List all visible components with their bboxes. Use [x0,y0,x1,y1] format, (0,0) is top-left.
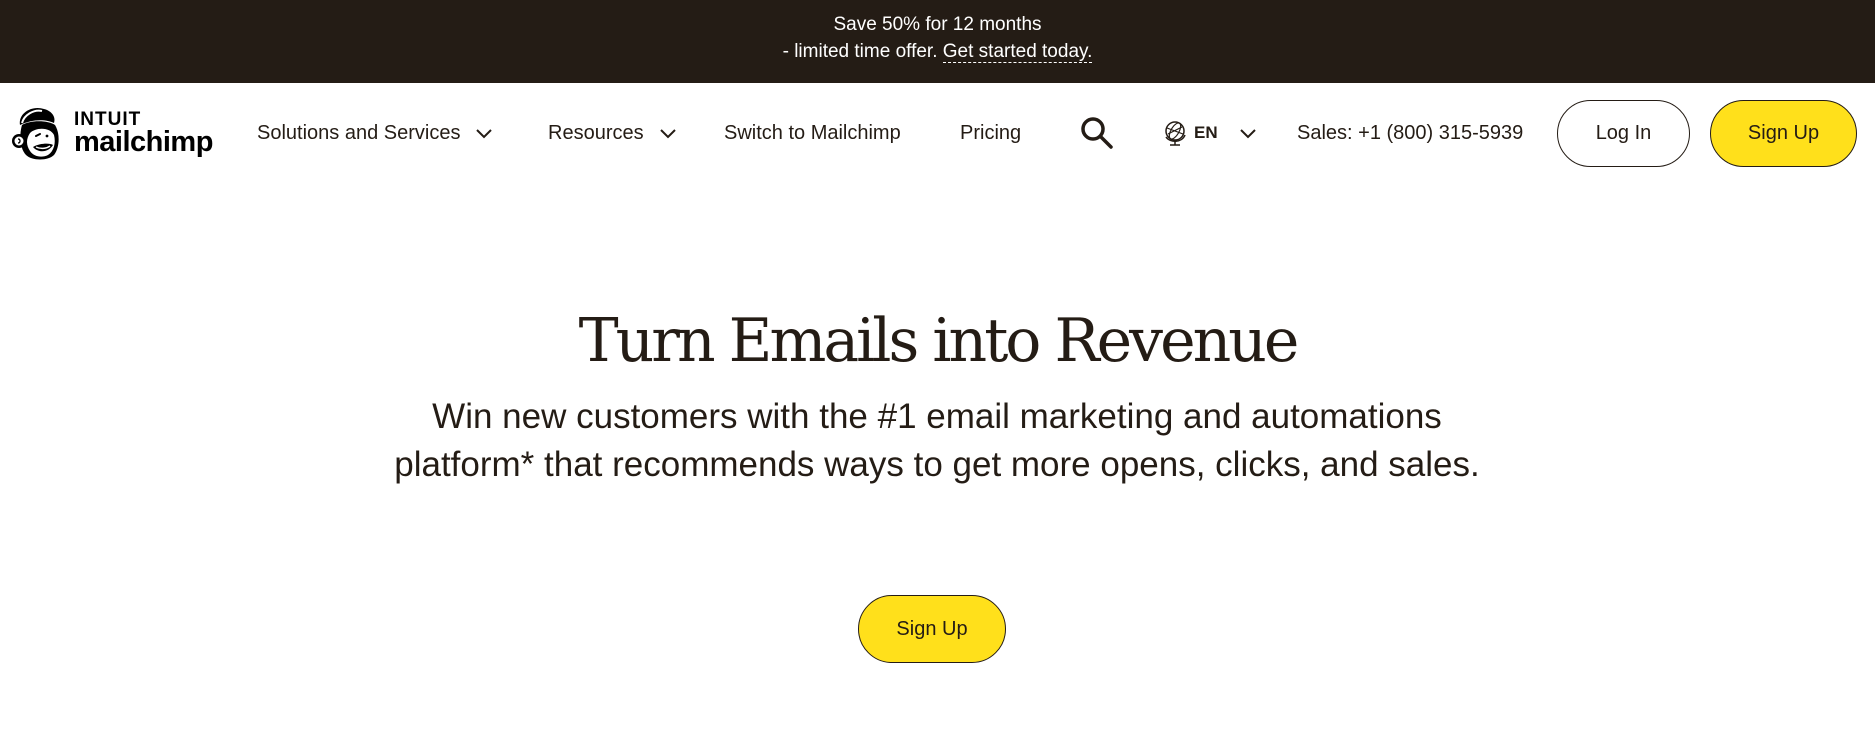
search-icon[interactable] [1080,116,1114,150]
main-navigation: INTUIT mailchimp Solutions and Services … [0,83,1875,183]
nav-solutions-label: Solutions and Services [257,122,461,144]
nav-solutions-and-services[interactable]: Solutions and Services [257,119,494,147]
chevron-down-icon [474,123,494,143]
get-started-link[interactable]: Get started today. [942,41,1093,63]
nav-resources-label: Resources [548,122,644,144]
hero-signup-button[interactable]: Sign Up [858,595,1006,663]
promo-line-2: - limited time offer. Get started today. [0,38,1875,65]
hero-subtitle: Win new customers with the #1 email mark… [394,397,1480,484]
signup-nav-button[interactable]: Sign Up [1710,100,1857,167]
sales-phone[interactable]: Sales: +1 (800) 315-5939 [1297,119,1523,147]
globe-icon [1165,121,1186,146]
freddie-monkey-icon [12,107,59,160]
language-code: EN [1194,123,1218,142]
nav-switch-to-mailchimp[interactable]: Switch to Mailchimp [724,119,901,147]
logo-wordmark: INTUIT mailchimp [74,110,213,157]
chevron-down-icon [1238,123,1258,143]
nav-pricing-label: Pricing [960,122,1022,144]
hero-title: Turn Emails into Revenue [578,306,1300,376]
promo-banner: Save 50% for 12 months - limited time of… [0,0,1875,83]
nav-switch-label: Switch to Mailchimp [724,122,901,144]
logo-mailchimp-text: mailchimp [74,125,213,158]
promo-line-1: Save 50% for 12 months [833,14,1042,35]
language-selector[interactable]: EN [1162,119,1258,147]
nav-pricing[interactable]: Pricing [960,119,1021,147]
chevron-down-icon [658,123,678,143]
mailchimp-logo[interactable]: INTUIT mailchimp [10,101,220,165]
promo-line-2-text: - limited time offer. [782,41,943,62]
login-button[interactable]: Log In [1557,100,1690,167]
nav-resources[interactable]: Resources [548,119,678,147]
